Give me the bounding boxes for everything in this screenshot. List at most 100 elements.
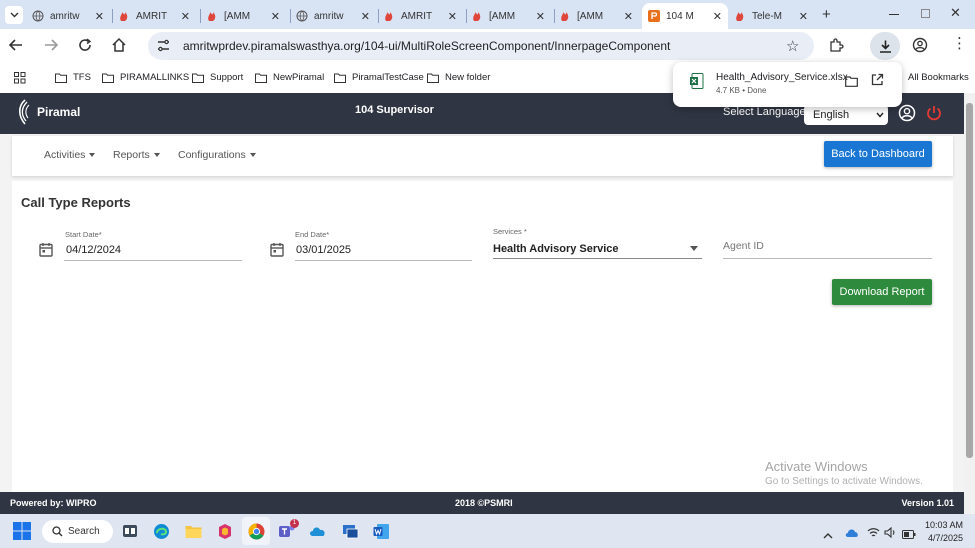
- close-window-icon[interactable]: ✕: [950, 5, 961, 21]
- start-date-underline: [64, 260, 242, 261]
- folder-icon: [255, 73, 267, 83]
- file-explorer-icon[interactable]: [183, 521, 203, 541]
- browser-tab-active[interactable]: 104 M ✕: [642, 3, 728, 29]
- app-title: 104 Supervisor: [355, 104, 434, 116]
- power-logout-icon[interactable]: [925, 104, 943, 127]
- tab-label: amritw: [314, 10, 344, 22]
- download-file-name[interactable]: Health_Advisory_Service.xlsx: [716, 72, 848, 83]
- tab-label: [AMM: [489, 10, 516, 22]
- folder-icon: [192, 73, 204, 83]
- close-tab-icon[interactable]: ✕: [448, 10, 457, 23]
- bookmark-star-icon[interactable]: ☆: [786, 37, 799, 55]
- activate-windows-title: Activate Windows: [765, 459, 868, 474]
- wifi-icon[interactable]: [867, 525, 880, 543]
- onedrive-icon[interactable]: [308, 521, 328, 541]
- browser-tab[interactable]: AMRIT ✕: [383, 3, 463, 29]
- more-menu-icon[interactable]: ⋮: [952, 36, 967, 52]
- reload-icon[interactable]: [77, 37, 93, 58]
- caret-down-icon: [89, 153, 96, 157]
- show-hidden-icons-chevron[interactable]: [823, 526, 833, 544]
- battery-icon[interactable]: [902, 526, 916, 544]
- browser-tab[interactable]: amritw ✕: [32, 3, 110, 29]
- folder-icon: [102, 73, 114, 83]
- close-tab-icon[interactable]: ✕: [181, 10, 190, 23]
- brand-name: Piramal: [37, 105, 81, 119]
- minimize-window-icon[interactable]: [889, 14, 899, 15]
- nav-activities[interactable]: Activities: [44, 149, 96, 161]
- calendar-icon[interactable]: [270, 242, 284, 262]
- folder-icon: [427, 73, 439, 83]
- browser-tab[interactable]: [AMM ✕: [559, 3, 639, 29]
- calendar-icon[interactable]: [39, 242, 53, 262]
- close-tab-icon[interactable]: ✕: [624, 10, 633, 23]
- back-arrow-icon[interactable]: [8, 37, 24, 58]
- downloads-button[interactable]: [870, 32, 900, 60]
- agent-id-underline: [723, 258, 932, 259]
- open-external-icon[interactable]: [871, 73, 884, 91]
- piramal-logo-icon: [18, 99, 30, 125]
- task-view-icon[interactable]: [120, 521, 140, 541]
- services-select[interactable]: Health Advisory Service: [493, 243, 619, 255]
- restore-window-icon[interactable]: [921, 9, 930, 18]
- all-bookmarks-link[interactable]: All Bookmarks: [908, 72, 969, 83]
- tab-label: 104 M: [666, 10, 694, 22]
- edge-browser-icon[interactable]: [151, 521, 171, 541]
- browser-tab[interactable]: [AMM ✕: [471, 3, 551, 29]
- browser-tab[interactable]: Tele-M ✕: [734, 3, 814, 29]
- caret-down-icon: [249, 153, 256, 157]
- weather-cloud-icon[interactable]: [845, 525, 859, 543]
- new-tab-icon[interactable]: +: [822, 6, 831, 23]
- url-text[interactable]: amritwprdev.piramalswasthya.org/104-ui/M…: [183, 39, 670, 53]
- microsoft-365-icon[interactable]: [214, 521, 234, 541]
- bookmark-folder-tfs[interactable]: TFS: [55, 72, 91, 83]
- site-settings-icon[interactable]: [156, 38, 171, 58]
- show-in-folder-icon[interactable]: [845, 74, 858, 92]
- browser-tab[interactable]: AMRIT ✕: [118, 3, 196, 29]
- user-account-icon[interactable]: [898, 104, 916, 127]
- nav-reports[interactable]: Reports: [113, 149, 160, 161]
- forward-arrow-icon[interactable]: [43, 37, 59, 58]
- start-date-label: Start Date*: [65, 230, 102, 239]
- dropdown-arrow-icon[interactable]: [690, 246, 698, 251]
- tab-search-button[interactable]: [5, 6, 23, 24]
- close-tab-icon[interactable]: ✕: [271, 10, 280, 23]
- remote-desktop-icon[interactable]: [340, 521, 360, 541]
- nav-configurations[interactable]: Configurations: [178, 149, 256, 161]
- clock-date[interactable]: 4/7/2025: [928, 533, 963, 543]
- windows-start-icon[interactable]: [12, 521, 32, 541]
- word-icon[interactable]: [371, 521, 391, 541]
- apps-grid-icon[interactable]: [14, 71, 26, 89]
- app-footer: Powered by: WIPRO 2018 ©PSMRI Version 1.…: [0, 492, 964, 514]
- end-date-input[interactable]: 03/01/2025: [296, 244, 351, 256]
- bookmark-folder-new-folder[interactable]: New folder: [427, 72, 490, 83]
- amrit-flame-icon: [559, 10, 571, 22]
- language-select[interactable]: English: [804, 105, 888, 125]
- close-tab-icon[interactable]: ✕: [95, 10, 104, 23]
- start-date-input[interactable]: 04/12/2024: [66, 244, 121, 256]
- agent-id-input[interactable]: Agent ID: [723, 240, 764, 252]
- volume-icon[interactable]: [884, 525, 897, 543]
- close-tab-icon[interactable]: ✕: [799, 10, 808, 23]
- close-tab-icon[interactable]: ✕: [361, 10, 370, 23]
- back-to-dashboard-button[interactable]: Back to Dashboard: [824, 141, 932, 167]
- browser-tab[interactable]: [AMM ✕: [206, 3, 286, 29]
- taskbar-search-box[interactable]: Search: [42, 520, 113, 543]
- home-icon[interactable]: [111, 37, 127, 58]
- chrome-browser-icon[interactable]: [246, 521, 266, 541]
- footer-copyright: 2018 ©PSMRI: [455, 498, 513, 508]
- bookmark-folder-support[interactable]: Support: [192, 72, 243, 83]
- download-report-button[interactable]: Download Report: [832, 279, 932, 305]
- browser-tab[interactable]: amritw ✕: [296, 3, 376, 29]
- end-date-underline: [295, 260, 472, 261]
- profile-icon[interactable]: [912, 37, 928, 58]
- close-tab-icon[interactable]: ✕: [536, 10, 545, 23]
- clock-time[interactable]: 10:03 AM: [925, 520, 963, 530]
- close-tab-icon[interactable]: ✕: [713, 10, 722, 23]
- services-underline: [493, 258, 702, 259]
- footer-version: Version 1.01: [901, 498, 954, 508]
- scrollbar-thumb[interactable]: [966, 103, 973, 458]
- bookmark-folder-newpiramal[interactable]: NewPiramal: [255, 72, 324, 83]
- bookmark-folder-piramallinks[interactable]: PIRAMALLINKS: [102, 72, 189, 83]
- bookmark-folder-piramaltestcase[interactable]: PiramalTestCase: [334, 72, 424, 83]
- extensions-icon[interactable]: [828, 37, 844, 58]
